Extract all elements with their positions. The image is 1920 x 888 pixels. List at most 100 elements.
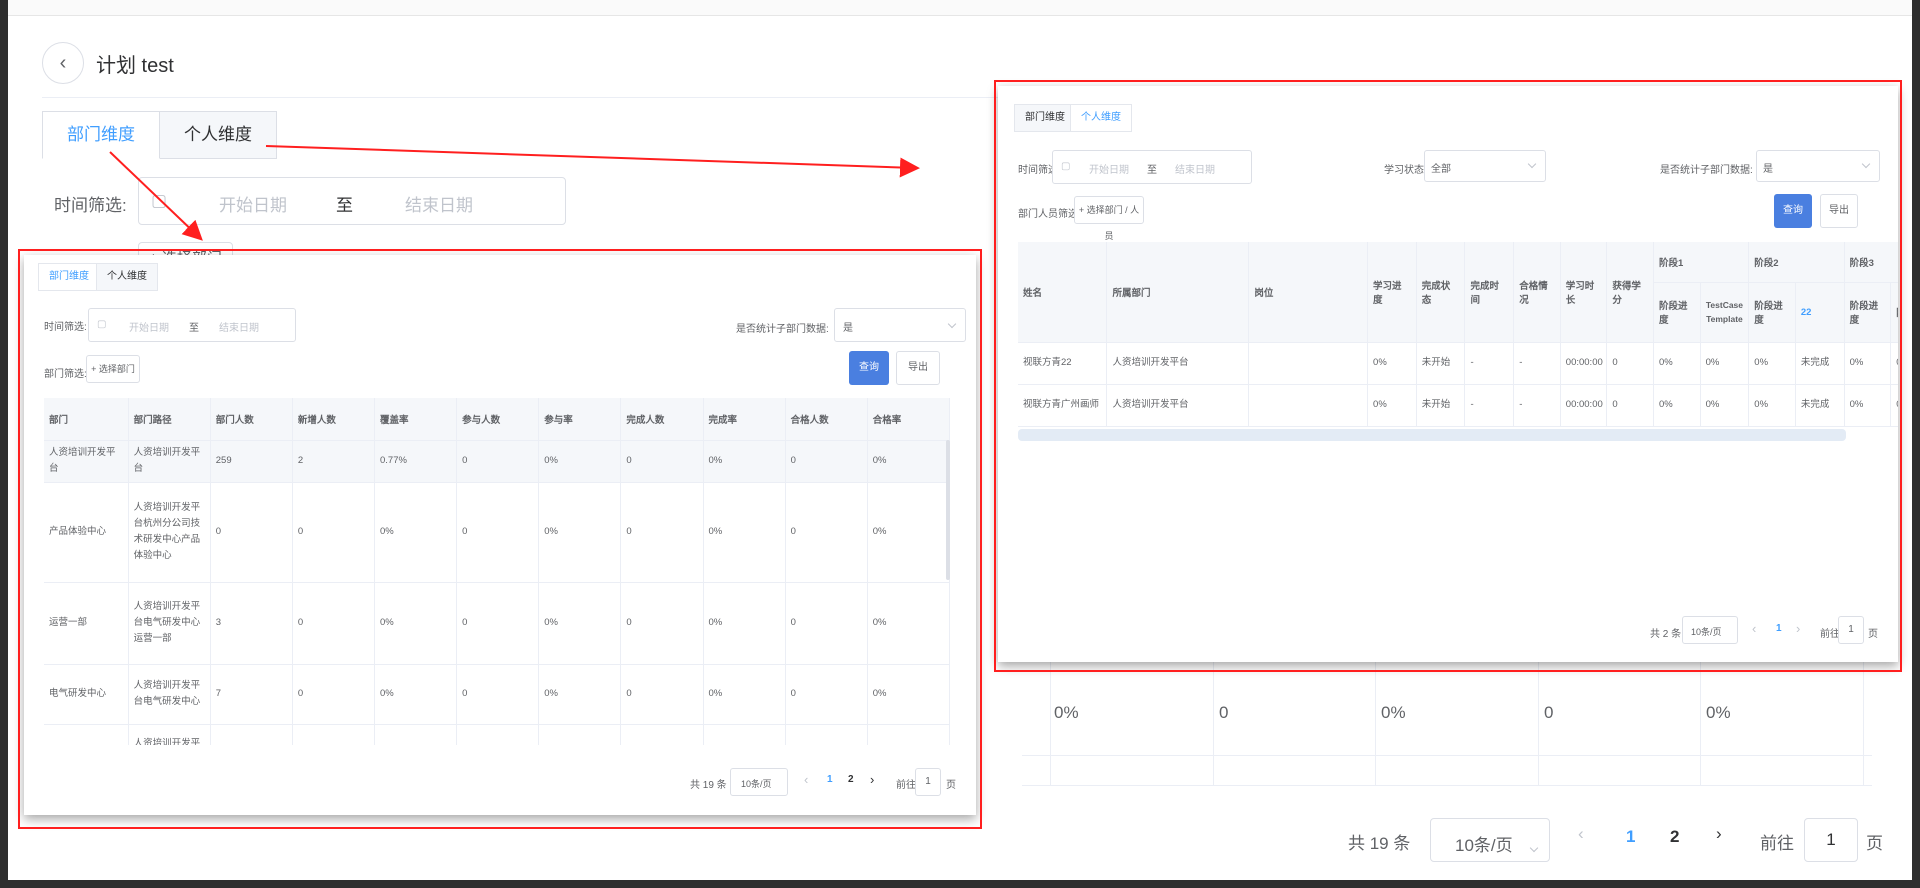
col-stage-2[interactable]: 阶段2 [1748, 242, 1845, 283]
export-button[interactable]: 导出 [896, 351, 940, 385]
col-completion-status[interactable]: 完成状态 [1416, 242, 1466, 343]
col-stage-progress[interactable]: 阶段进度 [1748, 282, 1796, 343]
tab-personal[interactable]: 个人维度 [96, 263, 158, 291]
col-stage-22[interactable]: 22 [1795, 282, 1845, 343]
col-completion-rate[interactable]: 完成率 [703, 398, 786, 441]
col-dept[interactable]: 所属部门 [1106, 242, 1250, 343]
page-size-select[interactable]: 10条/页 [1682, 616, 1738, 644]
col-stage-truncated[interactable]: 阶段 [1890, 282, 1898, 343]
page-number[interactable]: 1 [827, 774, 833, 785]
chevron-down-icon [947, 319, 957, 329]
col-qualified-rate[interactable]: 合格率 [867, 398, 950, 441]
table-row[interactable]: 产品体验中心 人资培训开发平台杭州分公司技术研发中心产品体验中心 0 0 0% 0 0% 0 0… [44, 482, 950, 583]
col-dept[interactable]: 部门 [44, 398, 129, 441]
col-duration[interactable]: 学习时长 [1560, 242, 1608, 343]
table-cell: 人资培训开发平台 [1106, 342, 1250, 385]
col-qualified[interactable]: 合格情况 [1513, 242, 1561, 343]
table-cell [538, 724, 622, 745]
query-button[interactable]: 查询 [1774, 194, 1812, 228]
start-date-input[interactable]: 开始日期 [1089, 161, 1129, 176]
table-cell: 0% [1890, 342, 1898, 385]
study-status-value: 全部 [1431, 164, 1451, 175]
col-qualified[interactable]: 合格人数 [785, 398, 868, 441]
table-cell [867, 724, 950, 745]
table-cell: 0% [1748, 384, 1796, 427]
chevron-left-icon[interactable]: ‹ [804, 772, 808, 787]
date-range-picker[interactable]: ▢ 开始日期 至 结束日期 [88, 308, 296, 342]
table-cell: 0 [620, 664, 704, 725]
table-cell: - [1513, 342, 1561, 385]
sub-dept-select[interactable]: 是 [834, 308, 966, 342]
table-cell: 视联方青广州画师 [1018, 384, 1108, 427]
table-cell: 人资培训开发平台杭州分公司技术研发中心产品体验中心 [128, 482, 211, 583]
study-status-select[interactable]: 全部 [1424, 150, 1546, 182]
export-button[interactable]: 导出 [1820, 194, 1858, 228]
col-dept-path[interactable]: 部门路径 [128, 398, 211, 441]
select-member-button[interactable]: + 选择部门 / 人员 [1074, 196, 1144, 241]
table-cell: 0% [538, 482, 622, 583]
chevron-left-icon[interactable]: ‹ [1752, 621, 1756, 636]
table-cell: 0 [785, 482, 868, 583]
range-separator: 至 [189, 323, 199, 334]
table-row[interactable]: 视联方青广州画师 人资培训开发平台 0% 未开始 - -00:00:00 0 0% 0% 0% 未完… [1018, 384, 1898, 427]
table-row[interactable]: 电气研发中心 人资培训开发平台电气研发中心 7 0 0% 0 0% 0 0% 0 0% [44, 664, 950, 725]
col-coverage[interactable]: 覆盖率 [374, 398, 458, 441]
col-completed[interactable]: 完成人数 [620, 398, 704, 441]
col-credits[interactable]: 获得学分 [1606, 242, 1654, 343]
person-table: 姓名 所属部门 岗位 学习进度 完成状态 完成时间 合格情况 学习时长 获得学分… [1018, 242, 1898, 427]
chevron-right-icon[interactable]: › [1796, 621, 1800, 636]
page-size-value: 10条/页 [741, 779, 772, 789]
dept-filter-label: 部门筛选: [44, 369, 87, 380]
page-number[interactable]: 2 [848, 774, 854, 785]
start-date-input[interactable]: 开始日期 [129, 319, 169, 334]
col-dept-count[interactable]: 部门人数 [210, 398, 293, 441]
table-row[interactable]: 运营一部 人资培训开发平台电气研发中心运营一部 3 0 0% 0 0% 0 0% 0 0% [44, 582, 950, 665]
col-stage-progress[interactable]: 阶段进度 [1844, 282, 1892, 343]
table-cell: 0% [1367, 342, 1417, 385]
col-position[interactable]: 岗位 [1248, 242, 1369, 343]
col-completion-time[interactable]: 完成时间 [1464, 242, 1515, 343]
table-cell [1248, 342, 1369, 385]
col-participants[interactable]: 参与人数 [456, 398, 540, 441]
dept-table-wrapper: 部门 部门路径 部门人数 新增人数 覆盖率 参与人数 参与率 完成人数 完成率 … [44, 398, 950, 745]
goto-page-input[interactable]: 1 [915, 768, 941, 796]
col-stage-progress[interactable]: 阶段进度 [1653, 282, 1701, 343]
table-cell: 0.77% [374, 440, 458, 483]
arrow-to-dept-panel [109, 151, 203, 241]
page-number[interactable]: 1 [1776, 623, 1782, 634]
page-size-select[interactable]: 10条/页 [730, 768, 788, 796]
table-cell: 0 [456, 440, 540, 483]
end-date-input[interactable]: 结束日期 [219, 319, 259, 334]
chevron-right-icon[interactable]: › [870, 772, 874, 787]
table-row[interactable]: 人资培训开发平台 人资培训开发平台 259 2 0.77% 0 0% 0 0% 0 0% [44, 440, 950, 483]
col-stage-3[interactable]: 阶段3 [1844, 242, 1898, 283]
table-cell: 2 [292, 440, 376, 483]
tab-department[interactable]: 部门维度 [38, 263, 100, 291]
end-date-input[interactable]: 结束日期 [1175, 161, 1215, 176]
table-cell: 00:00:00 [1560, 384, 1608, 427]
table-cell: - [1464, 384, 1515, 427]
table-row[interactable]: 人资培训开发平 [44, 724, 950, 745]
col-progress[interactable]: 学习进度 [1367, 242, 1417, 343]
col-name[interactable]: 姓名 [1018, 242, 1108, 343]
query-button[interactable]: 查询 [849, 351, 889, 385]
select-dept-button[interactable]: + 选择部门 [86, 355, 140, 383]
col-testcase-template[interactable]: TestCase Template [1700, 282, 1750, 343]
sub-dept-select[interactable]: 是 [1756, 150, 1880, 182]
col-stage-1[interactable]: 阶段1 [1653, 242, 1750, 283]
col-new-count[interactable]: 新增人数 [292, 398, 376, 441]
col-participation-rate[interactable]: 参与率 [538, 398, 622, 441]
chevron-down-icon [1527, 159, 1537, 169]
tab-department[interactable]: 部门维度 [1014, 104, 1076, 132]
goto-page-input[interactable]: 1 [1838, 616, 1864, 644]
person-dimension-panel: 部门维度 个人维度 时间筛选: ▢ 开始日期 至 结束日期 学习状态: 全部 是… [998, 86, 1898, 662]
table-cell: 0% [867, 440, 950, 483]
date-range-picker[interactable]: ▢ 开始日期 至 结束日期 [1052, 150, 1252, 184]
horizontal-scrollbar[interactable] [1018, 429, 1846, 441]
vertical-scrollbar[interactable] [946, 440, 950, 580]
table-cell: 0% [1367, 384, 1417, 427]
tab-personal[interactable]: 个人维度 [1070, 104, 1132, 132]
table-cell: 0% [867, 664, 950, 725]
table-cell: 人资培训开发平台电气研发中心运营一部 [128, 582, 211, 665]
table-row[interactable]: 视联方青22 人资培训开发平台 0% 未开始 - -00:00:00 0 0% 0% 0% 未完成 0… [1018, 342, 1898, 385]
